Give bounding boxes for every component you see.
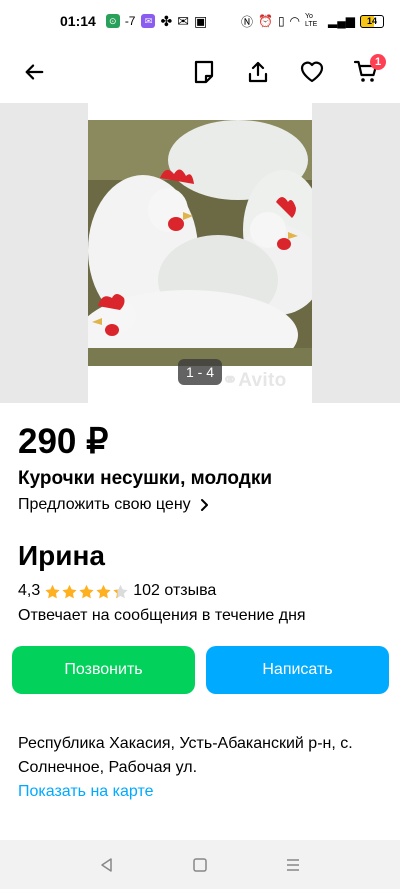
nfc-icon: Ⓝ <box>240 14 253 29</box>
nav-home-button[interactable] <box>185 850 215 880</box>
image-gallery[interactable]: 1 - 4 ⚭Avito <box>0 103 400 403</box>
vibrate-icon: ▯ <box>277 14 285 28</box>
image-icon: ▣ <box>193 12 208 29</box>
listing-photo[interactable] <box>88 120 312 366</box>
network-label: Yo LTE <box>305 13 318 28</box>
write-button[interactable]: Написать <box>206 646 389 694</box>
square-home-icon <box>193 857 207 872</box>
star-icon <box>62 584 77 598</box>
rating-value: 4,3 <box>18 582 41 599</box>
address: Республика Хакасия, Усть-Абаканский р-н,… <box>18 735 353 776</box>
star-icon <box>96 584 111 598</box>
star-icon <box>113 584 128 598</box>
menu-icon <box>287 858 300 871</box>
app-notification-icon: ⊙ <box>105 14 120 28</box>
arrow-left-icon <box>25 64 44 80</box>
status-bar: 01:14 ⊙ -7 ✉ ✤ ✉ ▣ Ⓝ ⏰ ▯ ◠ Yo LTE ▂▄▆ 14 <box>0 0 400 42</box>
chevron-right-icon <box>200 499 208 511</box>
nav-back-button[interactable] <box>92 850 122 880</box>
watermark: ⚭Avito <box>222 370 287 391</box>
reply-time: Отвечает на сообщения в течение дня <box>18 607 306 624</box>
listing-page: 01:14 ⊙ -7 ✉ ✤ ✉ ▣ Ⓝ ⏰ ▯ ◠ Yo LTE ▂▄▆ 14 <box>0 0 400 889</box>
star-icon <box>79 584 94 598</box>
wifi-icon: ◠ <box>289 14 301 28</box>
triangle-back-icon <box>100 857 112 872</box>
offer-price-label: Предложить свою цену <box>18 496 191 513</box>
status-right: Ⓝ ⏰ ▯ ◠ Yo LTE ▂▄▆ 14 <box>241 13 384 30</box>
nav-menu-button[interactable] <box>278 850 308 880</box>
image-counter: 1 - 4 <box>178 359 222 385</box>
chickens-image <box>88 120 312 366</box>
share-button[interactable] <box>238 52 278 92</box>
favorite-button[interactable] <box>292 52 332 92</box>
heart-icon <box>300 61 324 83</box>
reviews-count: 102 отзыва <box>133 582 217 599</box>
listing-title: Курочки несушки, молодки <box>18 468 273 489</box>
cart-badge: 1 <box>370 54 386 70</box>
app-icon: ✤ <box>160 12 173 29</box>
app-bar: 1 <box>0 42 400 102</box>
note-button[interactable] <box>184 52 224 92</box>
system-nav-bar <box>0 840 400 889</box>
alarm-icon: ⏰ <box>257 14 273 28</box>
seller-rating[interactable]: 4,3 102 отзыва <box>18 582 216 600</box>
battery-icon: 14 <box>360 14 384 28</box>
mail-icon: ✉ <box>177 12 189 29</box>
share-icon <box>248 61 268 83</box>
cart-button[interactable]: 1 <box>346 52 386 92</box>
star-icon <box>45 584 60 598</box>
signal-icon: ▂▄▆ <box>328 14 355 28</box>
status-time: 01:14 <box>60 13 96 29</box>
call-button[interactable]: Позвонить <box>12 646 195 694</box>
rating-stars <box>44 583 129 600</box>
offer-price-link[interactable]: Предложить свою цену <box>18 496 210 514</box>
note-icon <box>194 60 214 84</box>
back-button[interactable] <box>14 52 54 92</box>
seller-name[interactable]: Ирина <box>18 540 105 572</box>
listing-price: 290 ₽ <box>18 422 109 461</box>
temperature: -7 <box>124 14 136 28</box>
messenger-notification-icon: ✉ <box>141 14 156 28</box>
show-on-map-link[interactable]: Показать на карте <box>18 783 153 801</box>
